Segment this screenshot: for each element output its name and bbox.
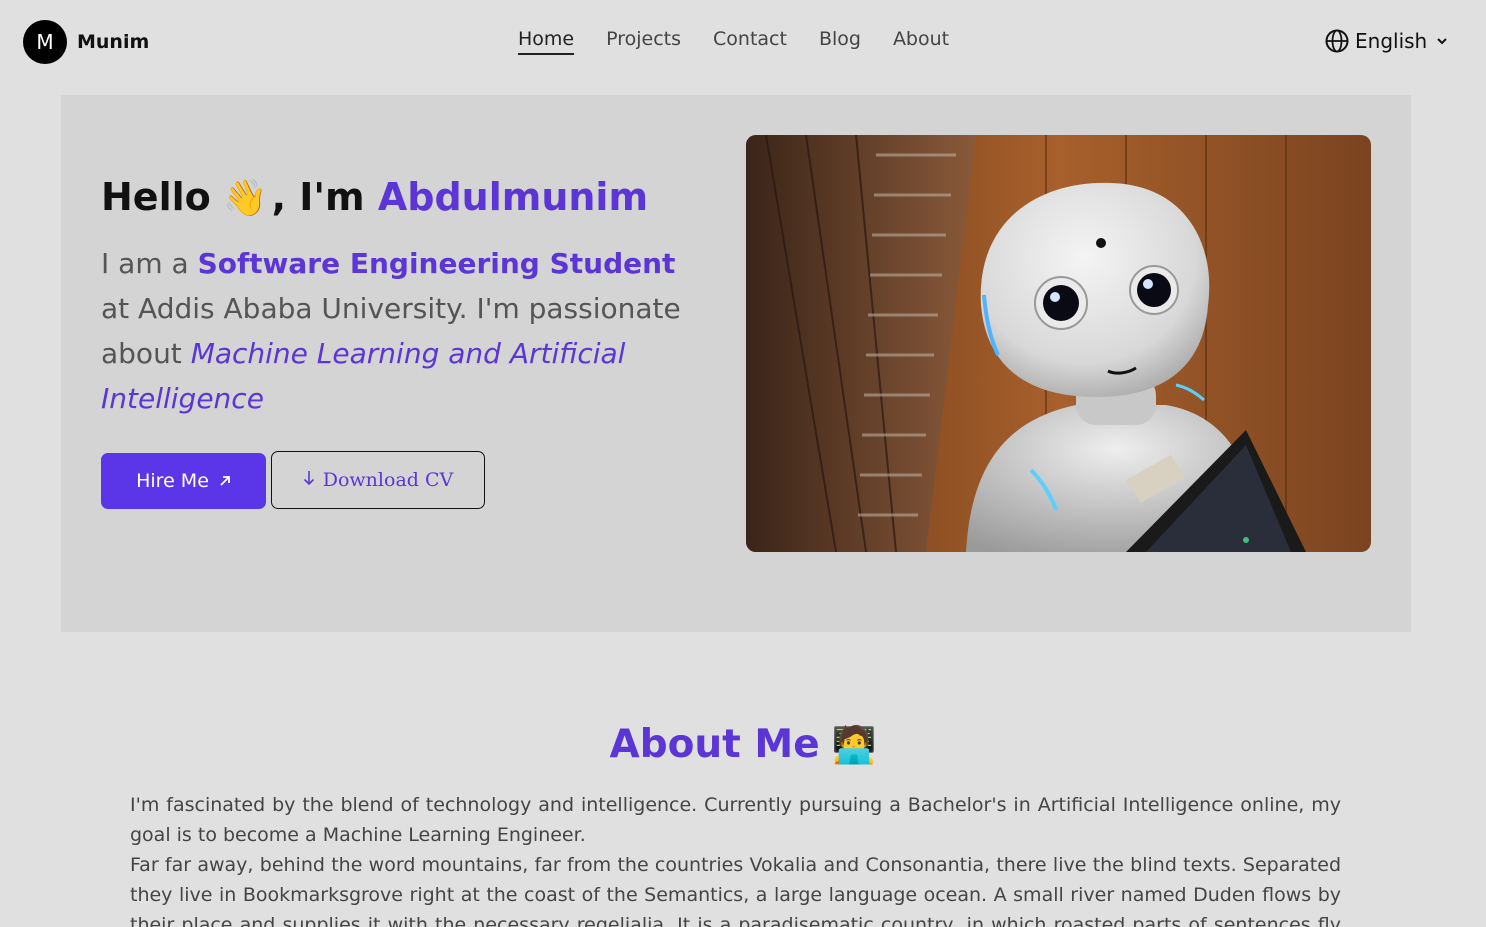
chevron-down-icon (1435, 34, 1449, 48)
about-title-text: About Me (609, 722, 820, 767)
technologist-icon: 🧑‍💻 (831, 725, 877, 766)
logo-badge: M (23, 20, 67, 64)
about-title: About Me 🧑‍💻 (0, 722, 1486, 767)
hero-role: Software Engineering Student (197, 247, 676, 280)
arrow-up-right-icon (219, 472, 231, 491)
about-paragraph-2: Far far away, behind the word mountains,… (130, 854, 1341, 927)
hero-description: I am a Software Engineering Student at A… (101, 241, 701, 421)
nav-link-home[interactable]: Home (518, 28, 575, 55)
about-text: I'm fascinated by the blend of technolog… (130, 790, 1341, 927)
hero-section: Hello 👋, I'm Abdulmunim I am a Software E… (61, 95, 1411, 632)
language-selector[interactable]: English (1325, 29, 1449, 53)
waving-hand-icon: 👋 (222, 178, 268, 219)
hero-name: Abdulmunim (377, 175, 649, 219)
globe-icon (1325, 29, 1349, 53)
arrow-down-icon (303, 470, 315, 491)
nav-link-about[interactable]: About (893, 28, 949, 55)
download-cv-button[interactable]: Download CV (271, 451, 485, 509)
nav-link-contact[interactable]: Contact (713, 28, 787, 55)
nav-link-projects[interactable]: Projects (606, 28, 681, 55)
site-logo[interactable]: M Munim (23, 20, 149, 64)
download-cv-label: Download CV (322, 469, 454, 491)
nav-links: Home Projects Contact Blog About (518, 28, 981, 55)
logo-name: Munim (77, 31, 150, 53)
hero-greeting: Hello (101, 175, 211, 219)
hire-me-label: Hire Me (136, 470, 209, 492)
language-label: English (1355, 29, 1428, 53)
about-paragraph-1: I'm fascinated by the blend of technolog… (130, 794, 1341, 846)
hero-text-part-1: I am a (101, 247, 198, 280)
hero-intro: , I'm (271, 175, 365, 219)
hire-me-button[interactable]: Hire Me (101, 453, 266, 509)
top-navbar: M Munim Home Projects Contact Blog About… (0, 0, 1486, 84)
hero-robot-image (746, 135, 1371, 552)
hero-title: Hello 👋, I'm Abdulmunim (101, 175, 648, 219)
nav-link-blog[interactable]: Blog (819, 28, 861, 55)
